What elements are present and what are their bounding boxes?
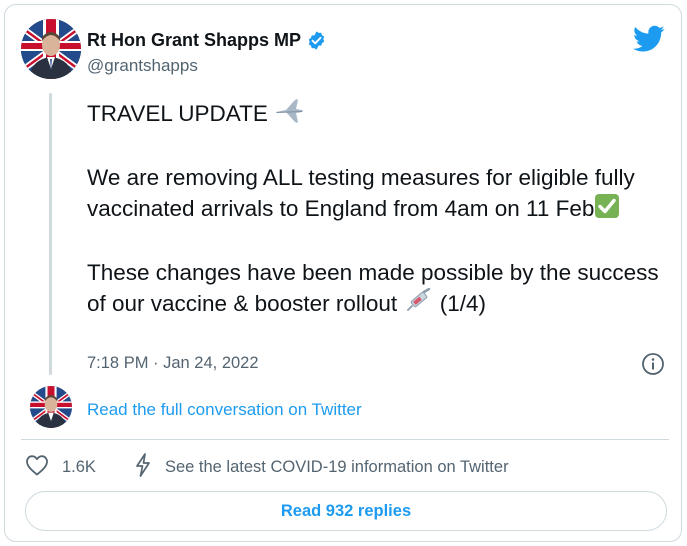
profile-photo-icon — [21, 19, 81, 79]
author-avatar[interactable] — [21, 19, 81, 79]
heart-icon — [25, 454, 49, 481]
tweet-paragraph-2: We are removing ALL testing measures for… — [87, 163, 667, 228]
verified-badge-icon — [306, 30, 327, 51]
tweet-thread-counter: (1/4) — [439, 291, 486, 316]
author-handle[interactable]: @grantshapps — [87, 56, 198, 76]
lightning-icon — [134, 452, 152, 482]
info-icon[interactable] — [641, 352, 665, 376]
tweet-timestamp[interactable]: 7:18 PM · Jan 24, 2022 — [87, 354, 259, 373]
tweet-paragraph-2-text: We are removing ALL testing measures for… — [87, 164, 635, 222]
thread-line — [49, 93, 52, 375]
read-replies-button[interactable]: Read 932 replies — [25, 491, 667, 531]
tweet-embed-card: Rt Hon Grant Shapps MP @grantshapps TRAV… — [4, 4, 682, 542]
read-full-conversation-link[interactable]: Read the full conversation on Twitter — [87, 400, 362, 420]
tweet-paragraph-3: These changes have been made possible by… — [87, 258, 667, 323]
syringe-icon — [403, 287, 433, 323]
profile-photo-small-icon — [30, 386, 72, 428]
author-name-row[interactable]: Rt Hon Grant Shapps MP — [87, 29, 327, 51]
action-bar: 1.6K See the latest COVID-19 information… — [25, 452, 509, 482]
read-replies-label: Read 932 replies — [280, 501, 412, 520]
like-button[interactable]: 1.6K — [25, 454, 96, 481]
divider — [21, 439, 669, 440]
like-count: 1.6K — [62, 457, 96, 476]
conversation-avatar[interactable] — [30, 386, 72, 428]
airplane-icon — [274, 98, 304, 133]
tweet-headline: TRAVEL UPDATE — [87, 101, 268, 126]
tweet-paragraph-3-text: These changes have been made possible by… — [87, 259, 659, 317]
tweet-line-1: TRAVEL UPDATE — [87, 98, 667, 133]
twitter-bird-icon[interactable] — [633, 25, 665, 53]
covid-info-label: See the latest COVID-19 information on T… — [164, 457, 509, 476]
check-mark-icon — [594, 193, 620, 228]
tweet-body: TRAVEL UPDATE We are removing ALL testin… — [87, 98, 667, 323]
author-display-name[interactable]: Rt Hon Grant Shapps MP — [87, 30, 301, 51]
covid-info-link[interactable]: See the latest COVID-19 information on T… — [134, 452, 509, 482]
